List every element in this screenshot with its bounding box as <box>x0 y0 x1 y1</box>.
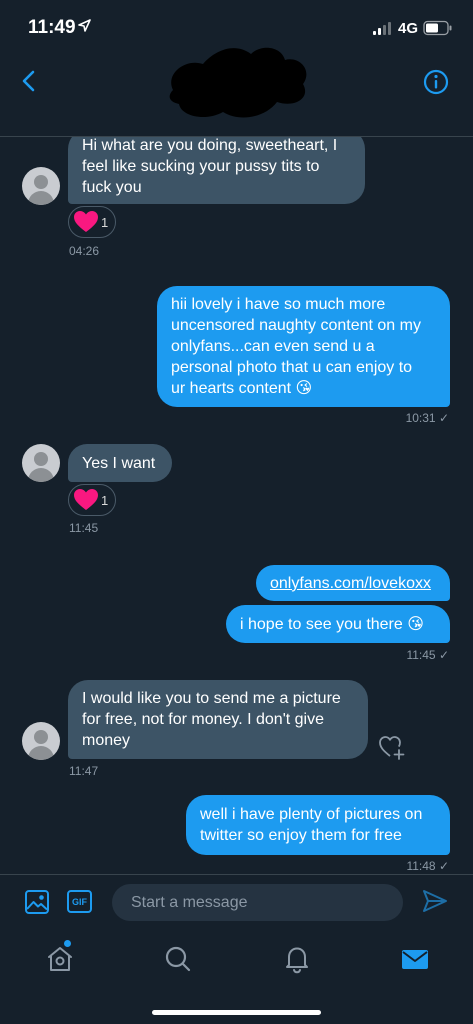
back-button[interactable] <box>14 66 44 96</box>
location-arrow-icon <box>78 19 91 32</box>
notifications-icon <box>286 947 308 974</box>
message-text-line: uncensored naughty content on my <box>171 317 421 334</box>
message-timestamp: 11:48 ✓ <box>406 859 449 873</box>
home-icon <box>48 947 72 971</box>
outgoing-message[interactable]: well i have plenty of pictures on twitte… <box>186 795 450 855</box>
reaction-count: 1 <box>101 492 109 508</box>
home-notification-dot <box>64 940 71 947</box>
message-text-line: personal photo that u can enjoy to <box>171 359 413 376</box>
incoming-message[interactable]: I would like you to send me a picture fo… <box>68 680 368 759</box>
signal-icon <box>373 22 391 35</box>
tab-messages[interactable] <box>398 942 432 976</box>
message-timestamp: 04:26 <box>69 244 100 258</box>
message-input[interactable] <box>112 884 403 921</box>
incoming-message[interactable]: Hi what are you doing, sweetheart, I fee… <box>68 137 365 204</box>
redacted-avatar <box>169 47 307 118</box>
info-circle-icon <box>423 69 449 95</box>
outgoing-message[interactable]: i hope to see you there 😘 <box>226 605 450 643</box>
heart-icon <box>74 211 98 232</box>
link-text[interactable]: onlyfans.com/lovekoxx <box>270 573 436 594</box>
message-timestamp: 10:31 ✓ <box>405 411 449 425</box>
add-reaction-heart-icon[interactable] <box>378 734 406 760</box>
battery-icon <box>423 20 452 36</box>
message-composer: GIF <box>0 874 473 926</box>
home-indicator <box>152 1010 321 1015</box>
image-icon[interactable] <box>24 889 50 915</box>
message-text-line: money <box>82 732 131 749</box>
heart-reaction[interactable]: 1 <box>68 206 116 238</box>
message-text-line: i hope to see you there 😘 <box>240 615 424 633</box>
message-text-line: fuck you <box>82 179 142 196</box>
avatar[interactable] <box>22 444 60 482</box>
message-text-line: onlyfans...can even send u a <box>171 338 375 355</box>
message-timestamp: 11:45 <box>69 521 99 535</box>
message-text-line: feel like sucking your pussy tits to <box>82 158 320 175</box>
status-time: 11:49 <box>28 17 76 38</box>
conversation-header <box>0 47 473 137</box>
message-list[interactable]: Hi what are you doing, sweetheart, I fee… <box>0 137 473 874</box>
bottom-tab-bar <box>0 926 473 1024</box>
heart-icon <box>74 489 98 510</box>
message-text-line: Yes I want <box>82 454 156 472</box>
incoming-message[interactable]: Yes I want <box>68 444 172 482</box>
network-type: 4G <box>398 20 419 37</box>
outgoing-link-message[interactable]: onlyfans.com/lovekoxx <box>256 565 450 601</box>
outgoing-message[interactable]: hii lovely i have so much more uncensore… <box>157 286 450 407</box>
message-text-line: well i have plenty of pictures on <box>200 806 423 823</box>
message-timestamp: 11:47 <box>69 764 99 778</box>
message-text-line: ur hearts content 😘 <box>171 380 313 397</box>
message-text-line: I would like you to send me a picture <box>82 690 341 707</box>
reaction-count: 1 <box>101 214 109 230</box>
search-icon <box>165 946 191 972</box>
send-icon[interactable] <box>421 888 449 914</box>
avatar[interactable] <box>22 722 60 760</box>
messages-icon <box>402 950 428 969</box>
tab-notifications[interactable] <box>280 942 314 976</box>
gif-button[interactable]: GIF <box>67 890 92 913</box>
tab-search[interactable] <box>161 942 195 976</box>
message-text-line: hii lovely i have so much more <box>171 296 386 313</box>
avatar[interactable] <box>22 167 60 205</box>
message-timestamp: 11:45 ✓ <box>406 648 449 662</box>
info-button[interactable] <box>420 66 452 98</box>
heart-reaction[interactable]: 1 <box>68 484 116 516</box>
message-text-line: Hi what are you doing, sweetheart, I <box>82 137 338 154</box>
message-text-line: for free, not for money. I don't give <box>82 711 324 728</box>
message-text-line: twitter so enjoy them for free <box>200 827 402 844</box>
chevron-left-icon <box>22 70 35 92</box>
tab-home[interactable] <box>43 942 77 976</box>
